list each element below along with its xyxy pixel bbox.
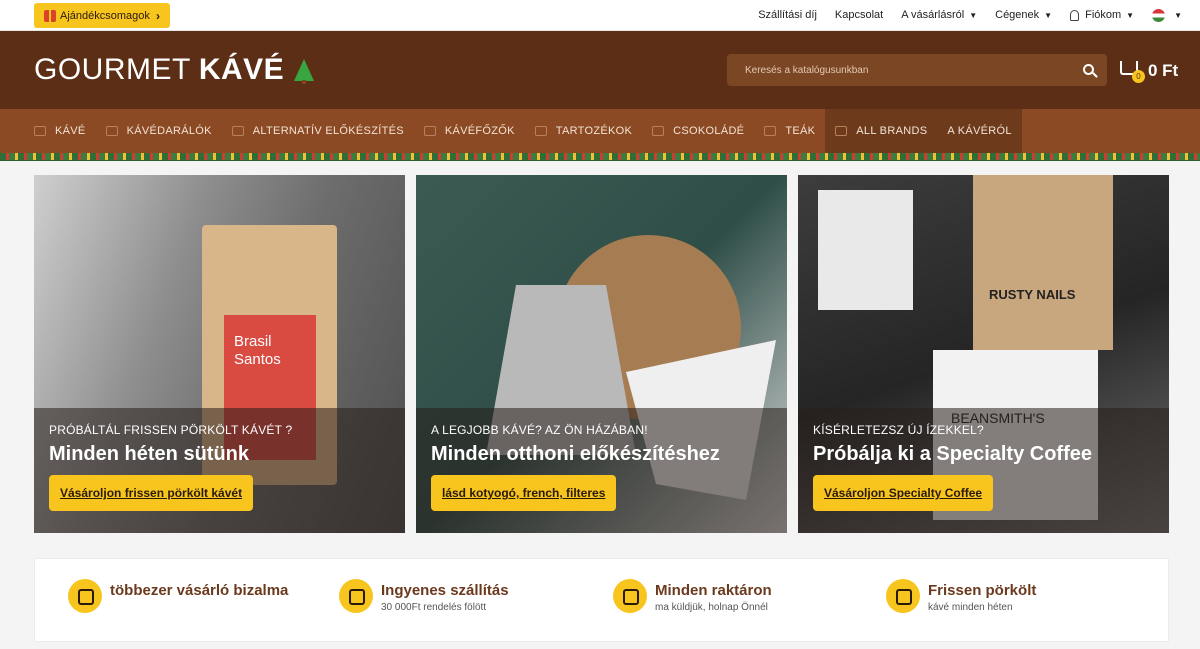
nav-item-coffee-makers[interactable]: Kávéfőzők [414, 109, 525, 153]
shipping-fee-link[interactable]: Szállítási díj [758, 9, 817, 21]
site-header: GOURMET KÁVÉ 0 0 Ft [0, 31, 1200, 109]
search-icon[interactable] [1083, 64, 1094, 75]
brands-chart-icon [835, 126, 848, 136]
christmas-tree-icon [294, 59, 315, 84]
search-input[interactable] [745, 64, 1065, 76]
hero-title: Minden otthoni előkészítéshez [431, 443, 720, 465]
top-links: Szállítási díj Kapcsolat A vásárlásról ▼ … [758, 0, 1200, 30]
feature-free-shipping: Ingyenes szállítás 30 000Ft rendelés fölö… [339, 579, 509, 613]
nav-item-chocolate[interactable]: Csokoládé [642, 109, 754, 153]
price-tag-icon [339, 579, 373, 613]
language-selector[interactable]: ▼ [1152, 8, 1182, 22]
user-icon [1070, 9, 1080, 21]
chevron-down-icon: ▼ [969, 10, 978, 20]
rusty-nails-label: RUSTY NAILS [989, 287, 1076, 302]
contact-link[interactable]: Kapcsolat [835, 9, 883, 21]
cart-button[interactable]: 0 0 Ft [1120, 54, 1190, 88]
christmas-garland [0, 153, 1200, 161]
main-nav: Kávé Kávédarálók Alternatív előkészítés … [0, 109, 1200, 153]
tea-icon [764, 126, 777, 136]
hero-cta-button[interactable]: Vásároljon frissen pörkölt kávét [49, 475, 254, 511]
nav-item-grinders[interactable]: Kávédarálók [96, 109, 222, 153]
coffee-maker-icon [423, 126, 436, 136]
chevron-right-icon: › [156, 8, 160, 23]
chevron-down-icon: ▼ [1126, 10, 1135, 20]
gift-icon [44, 9, 56, 22]
cloud-icon [534, 126, 547, 136]
hero-card-home-brewing[interactable]: A legjobb kávé? Az Ön házában! Minden ot… [416, 175, 787, 533]
feature-fresh-roast: Frissen pörkölt kávé minden héten [886, 579, 1036, 613]
chevron-down-icon: ▼ [1044, 10, 1053, 20]
feature-in-stock: Minden raktáron ma küldjük, holnap Önnél [613, 579, 772, 613]
nav-item-all-brands[interactable]: All brands [825, 109, 938, 153]
nav-item-teas[interactable]: Teák [754, 109, 825, 153]
chevron-down-icon: ▼ [1174, 10, 1182, 20]
account-menu[interactable]: Fiókom ▼ [1070, 9, 1134, 21]
site-logo[interactable]: GOURMET KÁVÉ [34, 53, 315, 87]
hero-kicker: A legjobb kávé? Az Ön házában! [431, 423, 648, 437]
features-strip: többezer vásárló bizalma Ingyenes szállí… [34, 558, 1169, 642]
search-bar [727, 54, 1107, 86]
hero-cta-button[interactable]: Vásároljon Specialty Coffee [813, 475, 994, 511]
hero-title: Minden héten sütünk [49, 443, 249, 465]
package-box-icon [613, 579, 647, 613]
top-bar: Ajándékcsomagok › Szállítási díj Kapcsol… [0, 0, 1200, 31]
gift-packages-button[interactable]: Ajándékcsomagok › [34, 3, 170, 28]
chocolate-icon [652, 126, 665, 136]
hungarian-flag-icon [1152, 8, 1166, 22]
rusty-nails-bag-image: RUSTY NAILS [973, 175, 1113, 350]
cart-total: 0 Ft [1148, 61, 1179, 80]
companies-menu[interactable]: Cégenek ▼ [995, 9, 1052, 21]
feature-trust: többezer vásárló bizalma [68, 579, 288, 613]
coffee-bag-label-text: Brasil Santos [234, 333, 281, 368]
nav-item-about-coffee[interactable]: A kávéról [937, 109, 1022, 153]
grinder-icon [105, 126, 118, 136]
nav-item-accessories[interactable]: Tartozékok [525, 109, 642, 153]
gift-packages-label: Ajándékcsomagok [60, 9, 150, 22]
hero-kicker: Próbáltál frissen pörkölt kávét ? [49, 423, 293, 437]
about-shopping-menu[interactable]: A vásárlásról ▼ [901, 9, 977, 21]
award-badge-icon [68, 579, 102, 613]
nav-item-alternative-brewing[interactable]: Alternatív előkészítés [222, 109, 414, 153]
coffee-box-image [818, 190, 913, 310]
hero-cta-button[interactable]: lásd kotyogó, french, filteres [431, 475, 617, 511]
hero-kicker: Kísérletezsz új ízekkel? [813, 423, 984, 437]
hero-card-specialty[interactable]: RUSTY NAILS BEANSMITH'S Kísérletezsz új … [798, 175, 1169, 533]
nav-item-coffee[interactable]: Kávé [24, 109, 96, 153]
hero-title: Próbálja ki a Specialty Coffee [813, 443, 1092, 465]
dripper-icon [231, 126, 244, 136]
cart-count-badge: 0 [1132, 70, 1145, 83]
coffee-cup-icon [886, 579, 920, 613]
coffee-beans-icon [34, 126, 46, 136]
hero-card-fresh-roast[interactable]: Brasil Santos Próbáltál frissen pörkölt … [34, 175, 405, 533]
